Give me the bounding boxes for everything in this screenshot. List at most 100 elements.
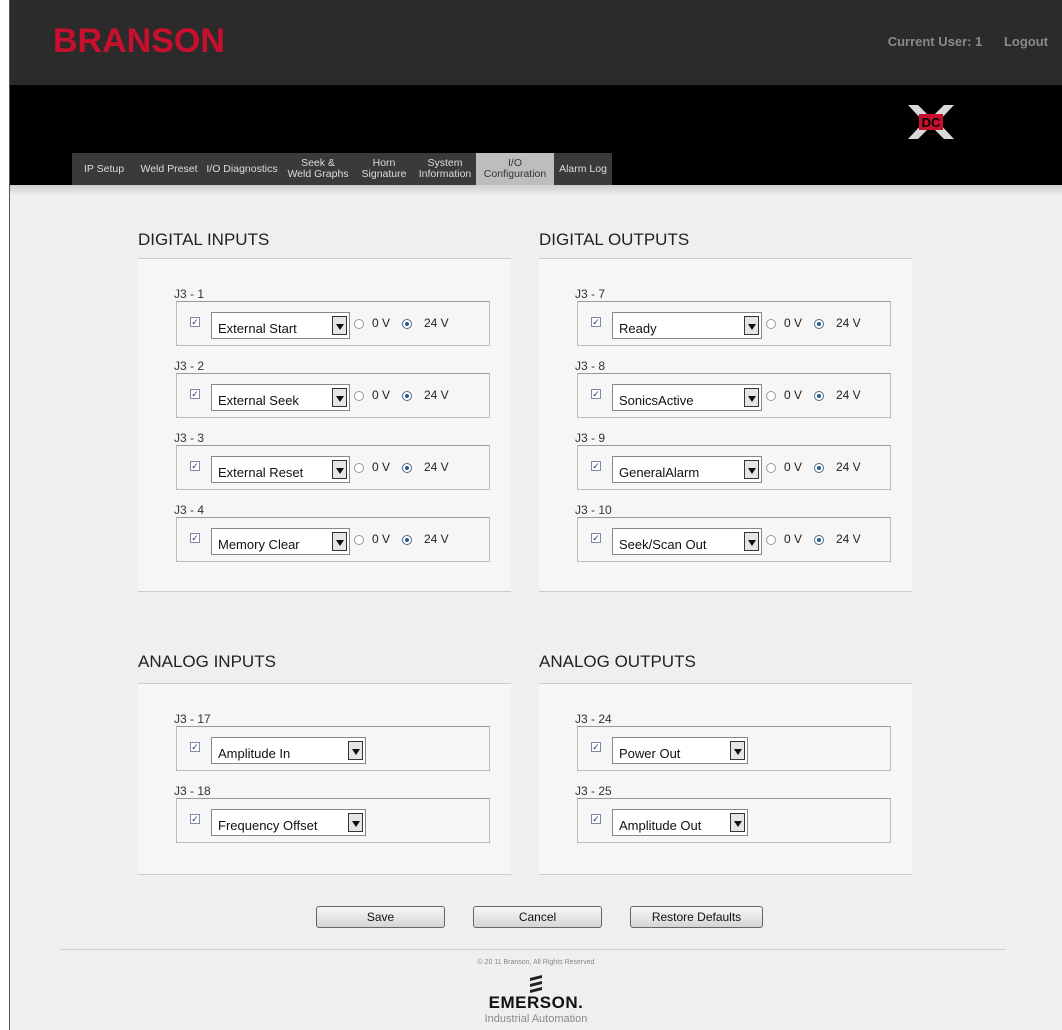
- function-select-value: Memory Clear: [218, 537, 300, 552]
- radio-24v[interactable]: [402, 535, 412, 545]
- tab-weld-preset[interactable]: Weld Preset: [136, 153, 202, 185]
- tab-i-o-configuration[interactable]: I/O Configuration: [476, 153, 554, 185]
- radio-24v[interactable]: [402, 463, 412, 473]
- config-row: ✓ Frequency Offset: [176, 798, 490, 843]
- radio-0v[interactable]: [354, 463, 364, 473]
- radio-0v[interactable]: [354, 391, 364, 401]
- radio-0v[interactable]: [766, 535, 776, 545]
- radio-24v-label: 24 V: [424, 460, 449, 474]
- chevron-down-icon[interactable]: [744, 388, 759, 407]
- radio-24v-label: 24 V: [424, 532, 449, 546]
- function-select-value: External Seek: [218, 393, 299, 408]
- chevron-down-icon[interactable]: [730, 813, 745, 832]
- function-select[interactable]: Power Out: [612, 737, 748, 764]
- config-row: ✓ Power Out: [577, 726, 891, 771]
- config-row: ✓ Memory Clear 0 V 24 V: [176, 517, 490, 562]
- radio-24v[interactable]: [402, 319, 412, 329]
- enable-checkbox[interactable]: ✓: [591, 389, 601, 399]
- function-select-value: External Reset: [218, 465, 304, 480]
- enable-checkbox[interactable]: ✓: [190, 742, 200, 752]
- chevron-down-icon[interactable]: [348, 813, 363, 832]
- radio-24v[interactable]: [814, 391, 824, 401]
- function-select[interactable]: SonicsActive: [612, 384, 762, 411]
- function-select[interactable]: Seek/Scan Out: [612, 528, 762, 555]
- radio-24v-label: 24 V: [424, 388, 449, 402]
- function-select[interactable]: Memory Clear: [211, 528, 350, 555]
- save-button[interactable]: Save: [316, 906, 445, 928]
- chevron-down-icon[interactable]: [730, 741, 745, 760]
- radio-24v[interactable]: [814, 535, 824, 545]
- radio-24v-label: 24 V: [836, 460, 861, 474]
- radio-0v-label: 0 V: [784, 460, 803, 474]
- enable-checkbox[interactable]: ✓: [591, 317, 601, 327]
- config-row: ✓ SonicsActive 0 V 24 V: [577, 373, 891, 418]
- radio-0v[interactable]: [766, 391, 776, 401]
- chevron-down-icon[interactable]: [332, 316, 347, 335]
- enable-checkbox[interactable]: ✓: [591, 461, 601, 471]
- main-tabs: IP Setup Weld Preset I/O Diagnostics Seek &…: [72, 153, 612, 185]
- function-select[interactable]: Ready: [612, 312, 762, 339]
- radio-0v[interactable]: [354, 535, 364, 545]
- chevron-down-icon[interactable]: [332, 532, 347, 551]
- svg-text:DC: DC: [922, 115, 941, 130]
- tab-alarm-log[interactable]: Alarm Log: [554, 153, 612, 185]
- function-select[interactable]: Amplitude In: [211, 737, 366, 764]
- tab-system-information[interactable]: System Information: [414, 153, 476, 185]
- function-select[interactable]: Frequency Offset: [211, 809, 366, 836]
- cancel-button[interactable]: Cancel: [473, 906, 602, 928]
- enable-checkbox[interactable]: ✓: [190, 814, 200, 824]
- radio-24v-label: 24 V: [424, 316, 449, 330]
- enable-checkbox[interactable]: ✓: [190, 533, 200, 543]
- radio-24v[interactable]: [814, 319, 824, 329]
- digital-outputs-title: DIGITAL OUTPUTS: [539, 230, 690, 249]
- analog-outputs-title: ANALOG OUTPUTS: [539, 652, 696, 671]
- analog-inputs-panel: J3 - 17 ✓ Amplitude In J3 - 18 ✓ Frequency Of…: [138, 683, 511, 875]
- enable-checkbox[interactable]: ✓: [591, 742, 601, 752]
- logout-link[interactable]: Logout: [1004, 34, 1048, 49]
- restore-defaults-button[interactable]: Restore Defaults: [630, 906, 763, 928]
- function-select-value: Amplitude Out: [619, 818, 702, 833]
- tab-seek-weld-graphs[interactable]: Seek & Weld Graphs: [282, 153, 354, 185]
- config-row: ✓ Ready 0 V 24 V: [577, 301, 891, 346]
- pin-label: J3 - 4: [174, 503, 205, 517]
- enable-checkbox[interactable]: ✓: [190, 317, 200, 327]
- enable-checkbox[interactable]: ✓: [591, 814, 601, 824]
- config-row: ✓ External Seek 0 V 24 V: [176, 373, 490, 418]
- current-user-label: Current User: 1: [887, 34, 983, 49]
- emerson-division: Industrial Automation: [484, 1013, 588, 1025]
- pin-label: J3 - 8: [575, 359, 606, 373]
- nav-band: DC IP Setup Weld Preset I/O Diagnostics See…: [10, 85, 1062, 185]
- chevron-down-icon[interactable]: [744, 532, 759, 551]
- chevron-down-icon[interactable]: [332, 388, 347, 407]
- chevron-down-icon[interactable]: [744, 460, 759, 479]
- pin-label: J3 - 2: [174, 359, 205, 373]
- pin-label: J3 - 24: [575, 712, 612, 726]
- function-select[interactable]: External Reset: [211, 456, 350, 483]
- radio-0v[interactable]: [766, 463, 776, 473]
- chevron-down-icon[interactable]: [332, 460, 347, 479]
- radio-0v[interactable]: [354, 319, 364, 329]
- radio-24v-label: 24 V: [836, 532, 861, 546]
- function-select[interactable]: External Seek: [211, 384, 350, 411]
- tab-i-o-diagnostics[interactable]: I/O Diagnostics: [202, 153, 282, 185]
- pin-label: J3 - 17: [174, 712, 211, 726]
- digital-inputs-title: DIGITAL INPUTS: [138, 230, 270, 249]
- radio-0v[interactable]: [766, 319, 776, 329]
- function-select[interactable]: External Start: [211, 312, 350, 339]
- function-select[interactable]: Amplitude Out: [612, 809, 748, 836]
- chevron-down-icon[interactable]: [348, 741, 363, 760]
- tab-ip-setup[interactable]: IP Setup: [72, 153, 136, 185]
- header-divider: [10, 185, 1062, 196]
- branson-logo: BRANSON: [53, 22, 225, 60]
- enable-checkbox[interactable]: ✓: [190, 389, 200, 399]
- function-select-value: Power Out: [619, 746, 681, 761]
- enable-checkbox[interactable]: ✓: [190, 461, 200, 471]
- function-select-value: GeneralAlarm: [619, 465, 700, 480]
- chevron-down-icon[interactable]: [744, 316, 759, 335]
- radio-24v[interactable]: [402, 391, 412, 401]
- enable-checkbox[interactable]: ✓: [591, 533, 601, 543]
- config-row: ✓ GeneralAlarm 0 V 24 V: [577, 445, 891, 490]
- function-select[interactable]: GeneralAlarm: [612, 456, 762, 483]
- radio-24v[interactable]: [814, 463, 824, 473]
- tab-horn-signature[interactable]: Horn Signature: [354, 153, 414, 185]
